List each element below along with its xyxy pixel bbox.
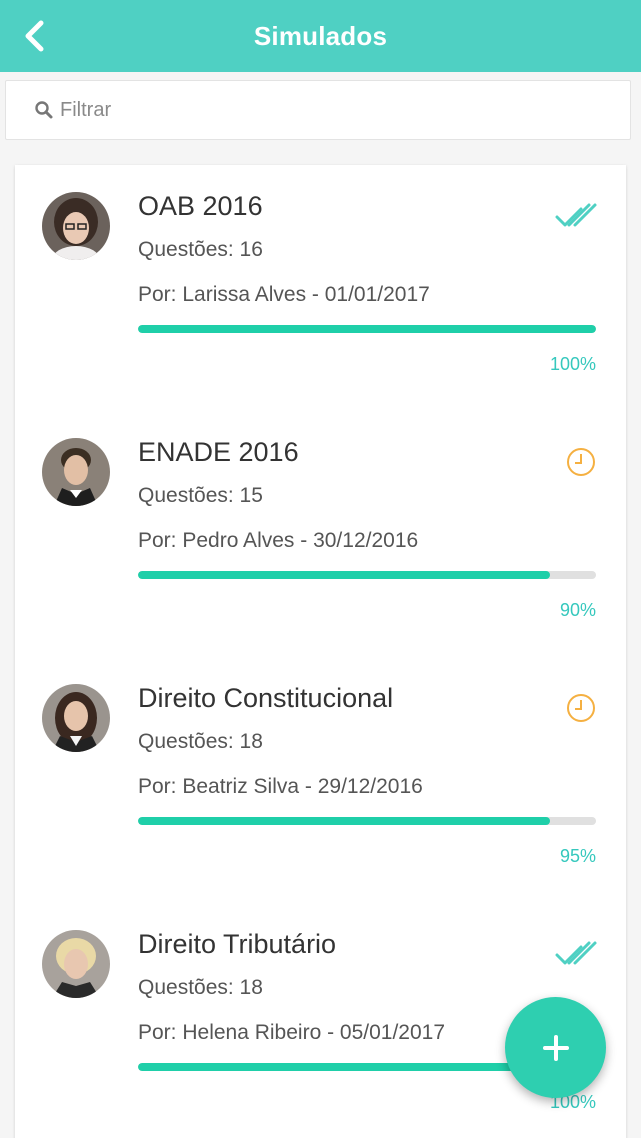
progress-bar [138,571,596,579]
item-questions: Questões: 18 [138,976,263,999]
list-item[interactable]: OAB 2016 Questões: 16 Por: Larissa Alves… [15,165,626,411]
progress-bar [138,325,596,333]
search-bar [5,80,631,140]
clock-icon [567,694,595,722]
item-title: Direito Tributário [138,929,337,959]
item-title: OAB 2016 [138,191,263,221]
avatar [42,438,110,506]
item-title: Direito Constitucional [138,683,394,713]
item-author: Por: Helena Ribeiro - 05/01/2017 [138,1021,446,1044]
plus-icon [542,1034,569,1061]
avatar [42,930,110,998]
list-item[interactable]: Direito Constitucional Questões: 18 Por:… [15,657,626,903]
clock-icon [567,448,595,476]
progress-label: 95% [559,846,596,866]
page-title: Simulados [253,20,388,51]
item-author: Por: Beatriz Silva - 29/12/2016 [138,775,423,798]
list-item[interactable]: ENADE 2016 Questões: 15 Por: Pedro Alves… [15,411,626,657]
progress-label: 90% [559,600,596,620]
search-input[interactable] [60,98,580,122]
done-double-check-icon [555,203,597,227]
progress-fill [138,571,551,579]
progress-fill [138,325,596,333]
item-title: ENADE 2016 [138,437,299,467]
item-questions: Questões: 15 [138,484,263,507]
avatar [42,684,110,752]
item-author: Por: Pedro Alves - 30/12/2016 [138,529,419,552]
app-screen: Simulados OAB 2016 [0,0,641,1138]
simulados-list: OAB 2016 Questões: 16 Por: Larissa Alves… [15,165,626,1138]
progress-fill [138,817,551,825]
search-icon [34,100,54,120]
progress-bar [138,817,596,825]
item-questions: Questões: 18 [138,730,263,753]
app-header: Simulados [0,0,641,72]
back-button[interactable] [14,16,54,56]
done-double-check-icon [555,941,597,965]
item-author: Por: Larissa Alves - 01/01/2017 [138,283,430,306]
add-simulado-button[interactable] [505,997,606,1098]
chevron-left-icon [25,20,44,52]
item-questions: Questões: 16 [138,238,263,261]
avatar [42,192,110,260]
progress-label: 100% [549,354,596,374]
